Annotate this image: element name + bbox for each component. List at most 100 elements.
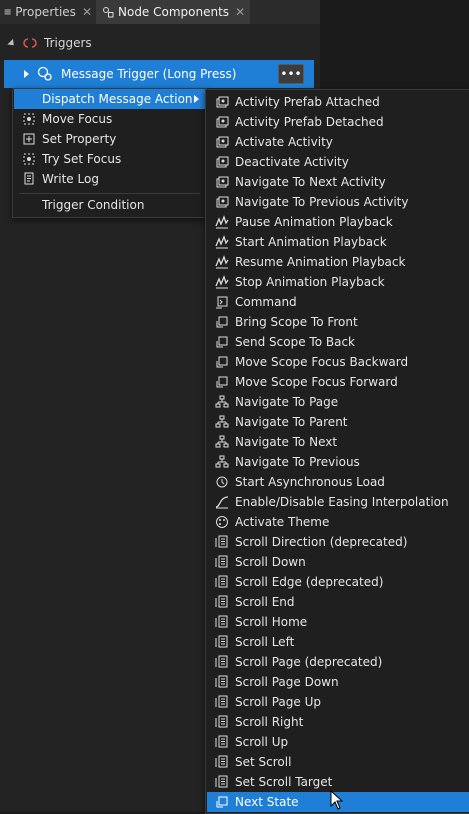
submenu-item-navigate-to-next-activity[interactable]: Navigate To Next Activity [207,172,469,192]
submenu-item-scroll-end[interactable]: Scroll End [207,592,469,612]
activity-icon [216,196,229,208]
tab-node-components[interactable]: Node Components ✕ [96,0,250,24]
submenu-item-label: Activate Theme [235,515,330,529]
submenu-item-navigate-to-previous-activity[interactable]: Navigate To Previous Activity [207,192,469,212]
submenu-item-scroll-edge-deprecated[interactable]: Scroll Edge (deprecated) [207,572,469,592]
submenu-item-label: Scroll Up [235,735,289,749]
submenu-item-scroll-page-deprecated[interactable]: Scroll Page (deprecated) [207,652,469,672]
submenu-item-scroll-right[interactable]: Scroll Right [207,712,469,732]
submenu-item-scroll-down[interactable]: Scroll Down [207,552,469,572]
load-icon [216,476,228,488]
expand-icon[interactable] [24,70,29,78]
context-menu: Dispatch Message Action Move Focus Set P… [12,88,207,218]
scroll-icon [215,615,228,628]
menu-item-write-log[interactable]: Write Log [14,169,205,189]
close-icon[interactable]: ✕ [82,5,92,19]
state-icon [216,796,228,808]
menu-item-trigger-condition[interactable]: Trigger Condition [14,195,205,215]
submenu-item-label: Move Scope Focus Backward [235,355,409,369]
tab-bar: Properties ✕ Node Components ✕ [0,0,320,24]
dispatch-message-submenu: Activity Prefab Attached Activity Prefab … [205,89,469,814]
submenu-item-label: Set Scroll [235,755,292,769]
submenu-item-label: Navigate To Previous Activity [235,195,409,209]
collapse-icon[interactable] [7,38,17,48]
menu-divider [19,193,200,194]
menu-item-try-set-focus[interactable]: Try Set Focus [14,149,205,169]
menu-item-label: Write Log [42,172,99,186]
submenu-item-start-asynchronous-load[interactable]: Start Asynchronous Load [207,472,469,492]
submenu-item-navigate-to-parent[interactable]: Navigate To Parent [207,412,469,432]
submenu-item-scroll-home[interactable]: Scroll Home [207,612,469,632]
scroll-icon [215,555,228,568]
submenu-item-scroll-up[interactable]: Scroll Up [207,732,469,752]
page-icon [215,415,229,428]
submenu-item-label: Set Scroll Target [235,775,333,789]
submenu-item-label: Start Asynchronous Load [235,475,385,489]
submenu-item-label: Send Scope To Back [235,335,355,349]
submenu-item-move-scope-focus-backward[interactable]: Move Scope Focus Backward [207,352,469,372]
menu-item-dispatch-message-action[interactable]: Dispatch Message Action [14,89,205,109]
scroll-icon [215,695,228,708]
submenu-item-scroll-page-down[interactable]: Scroll Page Down [207,672,469,692]
activity-icon [216,136,229,148]
focus-icon [23,113,35,125]
submenu-item-send-scope-to-back[interactable]: Send Scope To Back [207,332,469,352]
submenu-item-scroll-direction-deprecated[interactable]: Scroll Direction (deprecated) [207,532,469,552]
command-icon [216,296,228,309]
scope-icon [216,316,228,328]
submenu-item-activity-prefab-detached[interactable]: Activity Prefab Detached [207,112,469,132]
menu-item-move-focus[interactable]: Move Focus [14,109,205,129]
tab-properties[interactable]: Properties ✕ [4,0,92,24]
trigger-icon [23,38,37,48]
submenu-item-resume-animation-playback[interactable]: Resume Animation Playback [207,252,469,272]
submenu-item-label: Move Scope Focus Forward [235,375,398,389]
submenu-item-activate-theme[interactable]: Activate Theme [207,512,469,532]
close-icon[interactable]: ✕ [235,5,245,19]
more-options-button[interactable]: ••• [278,64,304,84]
submenu-item-navigate-to-next[interactable]: Navigate To Next [207,432,469,452]
menu-item-label: Dispatch Message Action [42,92,193,106]
triggers-section-header[interactable]: Triggers [4,30,314,56]
submenu-item-stop-animation-playback[interactable]: Stop Animation Playback [207,272,469,292]
scope-icon [216,336,228,348]
submenu-item-pause-animation-playback[interactable]: Pause Animation Playback [207,212,469,232]
submenu-item-scroll-page-up[interactable]: Scroll Page Up [207,692,469,712]
submenu-item-deactivate-activity[interactable]: Deactivate Activity [207,152,469,172]
submenu-item-enable-disable-easing-interpolation[interactable]: Enable/Disable Easing Interpolation [207,492,469,512]
submenu-item-label: Activity Prefab Attached [235,95,380,109]
animation-icon [215,275,229,289]
submenu-item-move-scope-focus-forward[interactable]: Move Scope Focus Forward [207,372,469,392]
activity-icon [216,176,229,188]
submenu-item-scroll-left[interactable]: Scroll Left [207,632,469,652]
submenu-arrow-icon [194,95,199,103]
page-icon [215,435,229,448]
submenu-item-label: Scroll Right [235,715,304,729]
mouse-cursor-icon [330,790,344,810]
scope-icon [216,356,228,368]
submenu-item-activate-activity[interactable]: Activate Activity [207,132,469,152]
submenu-item-set-scroll-target[interactable]: Set Scroll Target [207,772,469,792]
focus-icon [23,153,35,165]
scroll-icon [215,675,228,688]
menu-item-set-property[interactable]: Set Property [14,129,205,149]
submenu-item-navigate-to-previous[interactable]: Navigate To Previous [207,452,469,472]
submenu-item-activity-prefab-attached[interactable]: Activity Prefab Attached [207,92,469,112]
trigger-row[interactable]: Message Trigger (Long Press) ••• [4,60,314,88]
submenu-item-bring-scope-to-front[interactable]: Bring Scope To Front [207,312,469,332]
submenu-item-label: Stop Animation Playback [235,275,385,289]
section-label: Triggers [44,36,92,50]
submenu-item-command[interactable]: Command [207,292,469,312]
submenu-item-label: Enable/Disable Easing Interpolation [235,495,449,509]
submenu-item-label: Scroll Home [235,615,308,629]
submenu-item-label: Scroll Direction (deprecated) [235,535,408,549]
submenu-item-start-animation-playback[interactable]: Start Animation Playback [207,232,469,252]
log-icon [24,172,34,185]
scroll-icon [215,535,228,548]
property-icon [23,133,35,145]
submenu-item-navigate-to-page[interactable]: Navigate To Page [207,392,469,412]
submenu-item-label: Navigate To Previous [235,455,360,469]
submenu-item-set-scroll[interactable]: Set Scroll [207,752,469,772]
submenu-item-label: Scroll Edge (deprecated) [235,575,384,589]
activity-icon [216,96,229,108]
submenu-item-label: Scroll Left [235,635,295,649]
